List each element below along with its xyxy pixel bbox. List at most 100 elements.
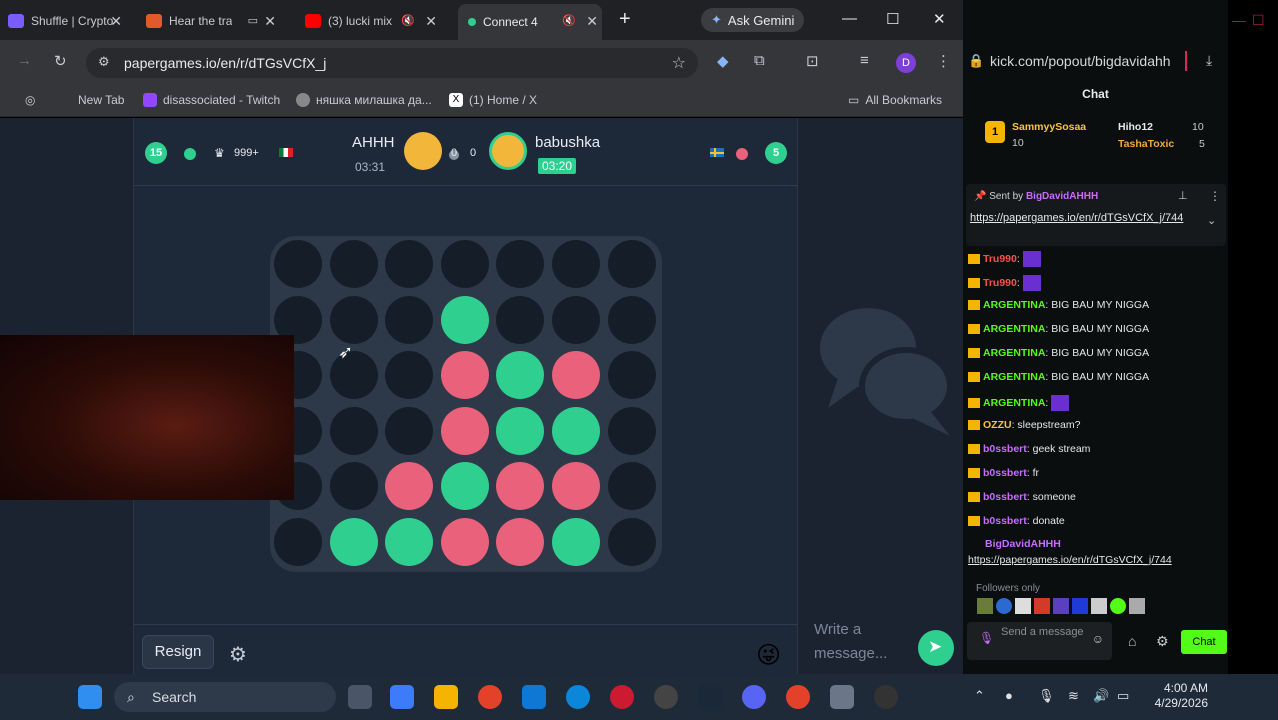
- board-cell-red[interactable]: [496, 518, 545, 566]
- task-view-icon[interactable]: [348, 685, 372, 709]
- cast-icon[interactable]: ▭: [248, 14, 258, 27]
- board-cell-green[interactable]: [385, 518, 434, 566]
- taskbar-clock[interactable]: 4:00 AM 4/29/2026: [1148, 681, 1208, 711]
- tray-app-icon[interactable]: ●: [1005, 688, 1013, 703]
- battery-icon[interactable]: ▭: [1117, 688, 1129, 704]
- emote-icon[interactable]: [996, 598, 1012, 614]
- store-icon[interactable]: ⌂: [1128, 633, 1136, 649]
- bookmark-new-tab[interactable]: New Tab: [78, 93, 124, 107]
- kick-message-user[interactable]: Tru990: [983, 277, 1017, 289]
- apps-icon[interactable]: ◎: [25, 93, 35, 107]
- emote-icon[interactable]: [1053, 598, 1069, 614]
- gifter-name[interactable]: Hiho12: [1118, 121, 1153, 133]
- tray-chevron-up-icon[interactable]: ⌃: [974, 688, 985, 704]
- emoji-picker-icon[interactable]: ☺: [1092, 633, 1104, 646]
- chevron-down-icon[interactable]: ⌄: [1207, 214, 1216, 227]
- board-cell-green[interactable]: [496, 351, 545, 400]
- bookmark-cyrillic[interactable]: няшка милашка да...: [296, 93, 432, 107]
- more-options-icon[interactable]: ⋮: [1209, 189, 1221, 203]
- kick-message-user[interactable]: b0ssbert: [983, 443, 1027, 455]
- maximize-window-icon[interactable]: ☐: [1252, 12, 1265, 29]
- kick-message-user[interactable]: b0ssbert: [983, 467, 1027, 479]
- kick-message-user[interactable]: ARGENTINA: [983, 323, 1045, 335]
- windows-start-icon[interactable]: [78, 685, 102, 709]
- wifi-icon[interactable]: ≋: [1068, 688, 1079, 704]
- emote-icon[interactable]: [1034, 598, 1050, 614]
- minimize-window-icon[interactable]: —: [842, 10, 857, 27]
- taskbar-search[interactable]: ⌕ Search: [114, 682, 336, 712]
- chrome-icon[interactable]: [478, 685, 502, 709]
- emote-icon[interactable]: [1110, 598, 1126, 614]
- forward-icon[interactable]: →: [17, 52, 32, 69]
- steam-icon[interactable]: [698, 685, 722, 709]
- board-cell-red[interactable]: [440, 518, 489, 566]
- board-cell-empty[interactable]: [607, 518, 656, 566]
- pinned-user[interactable]: BigDavidAHHH: [1026, 191, 1098, 202]
- file-explorer-icon[interactable]: [434, 685, 458, 709]
- tab-connect4[interactable]: Connect 4 🔇 ✕: [458, 4, 602, 40]
- board-cell-empty[interactable]: [496, 295, 545, 344]
- opera-gx-icon[interactable]: [610, 685, 634, 709]
- maximize-window-icon[interactable]: ☐: [886, 10, 899, 28]
- settings-gear-icon[interactable]: ⚙: [229, 642, 247, 667]
- kick-send-chat-button[interactable]: Chat: [1181, 630, 1227, 654]
- emote-icon[interactable]: [977, 598, 993, 614]
- kick-message-user[interactable]: ARGENTINA: [983, 397, 1045, 409]
- kick-message-user[interactable]: Tru990: [983, 253, 1017, 265]
- resign-button[interactable]: Resign: [142, 635, 214, 669]
- bookmark-star-icon[interactable]: ☆: [672, 53, 686, 73]
- tab-youtube[interactable]: (3) lucki mix 🔇 ✕: [305, 6, 441, 36]
- board-cell-empty[interactable]: [385, 295, 434, 344]
- board-cell-empty[interactable]: [385, 406, 434, 455]
- close-tab-icon[interactable]: ✕: [425, 13, 437, 30]
- kick-message-input[interactable]: 🎙 Send a message ☺: [967, 622, 1112, 660]
- bookmark-twitch[interactable]: disassociated - Twitch: [143, 93, 280, 107]
- send-message-button[interactable]: ➤: [918, 630, 954, 666]
- board-cell-empty[interactable]: [607, 240, 656, 288]
- emote-icon[interactable]: [1072, 598, 1088, 614]
- board-cell-empty[interactable]: [274, 240, 322, 288]
- board-cell-green[interactable]: [440, 462, 489, 511]
- copilot-icon[interactable]: [390, 685, 414, 709]
- board-cell-empty[interactable]: [607, 351, 656, 400]
- board-cell-red[interactable]: [552, 351, 600, 400]
- close-tab-icon[interactable]: ✕: [264, 13, 276, 30]
- reload-icon[interactable]: ↻: [54, 52, 67, 70]
- bookmark-x[interactable]: X (1) Home / X: [449, 93, 537, 107]
- chat-settings-gear-icon[interactable]: ⚙: [1156, 633, 1169, 650]
- last-message-user[interactable]: BigDavidAHHH: [985, 538, 1061, 550]
- board-cell-empty[interactable]: [496, 240, 545, 288]
- board-cell-green[interactable]: [329, 518, 378, 566]
- board-cell-empty[interactable]: [607, 462, 656, 511]
- board-cell-empty[interactable]: [552, 295, 600, 344]
- board-cell-green[interactable]: [496, 406, 545, 455]
- edge-icon[interactable]: [566, 685, 590, 709]
- board-cell-empty[interactable]: [274, 518, 322, 566]
- board-cell-empty[interactable]: [607, 295, 656, 344]
- board-cell-green[interactable]: [552, 406, 600, 455]
- board-cell-empty[interactable]: [329, 295, 378, 344]
- board-cell-red[interactable]: [552, 462, 600, 511]
- tab-soundcloud[interactable]: Hear the tra ▭ ✕: [146, 6, 280, 36]
- kick-message-user[interactable]: ARGENTINA: [983, 347, 1045, 359]
- tab-shuffle[interactable]: Shuffle | Crypto ✕: [8, 6, 126, 36]
- chrome-active-icon[interactable]: [786, 685, 810, 709]
- board-cell-red[interactable]: [440, 406, 489, 455]
- pinned-link[interactable]: https://papergames.io/en/r/dTGsVCfX_j/74…: [970, 210, 1200, 226]
- menu-icon[interactable]: ⋮: [936, 52, 951, 70]
- unpin-icon[interactable]: ⊥: [1178, 189, 1188, 202]
- media-control-icon[interactable]: ≡: [860, 52, 869, 69]
- last-message-link[interactable]: https://papergames.io/en/r/dTGsVCfX_j/74…: [968, 554, 1172, 566]
- kick-message-user[interactable]: b0ssbert: [983, 515, 1027, 527]
- gifter-name[interactable]: SammyySosaa: [1012, 121, 1086, 133]
- gifter-name[interactable]: TashaToxic: [1118, 138, 1174, 150]
- board-cell-empty[interactable]: [329, 462, 378, 511]
- emote-icon[interactable]: [1129, 598, 1145, 614]
- all-bookmarks[interactable]: ▭ All Bookmarks: [848, 93, 942, 107]
- close-tab-icon[interactable]: ✕: [586, 13, 598, 30]
- emoji-icon[interactable]: 😜: [756, 641, 781, 670]
- board-cell-red[interactable]: [496, 462, 545, 511]
- site-info-icon[interactable]: ⚙: [98, 54, 110, 70]
- board-cell-empty[interactable]: [329, 406, 378, 455]
- mute-icon[interactable]: 🔇: [562, 14, 576, 27]
